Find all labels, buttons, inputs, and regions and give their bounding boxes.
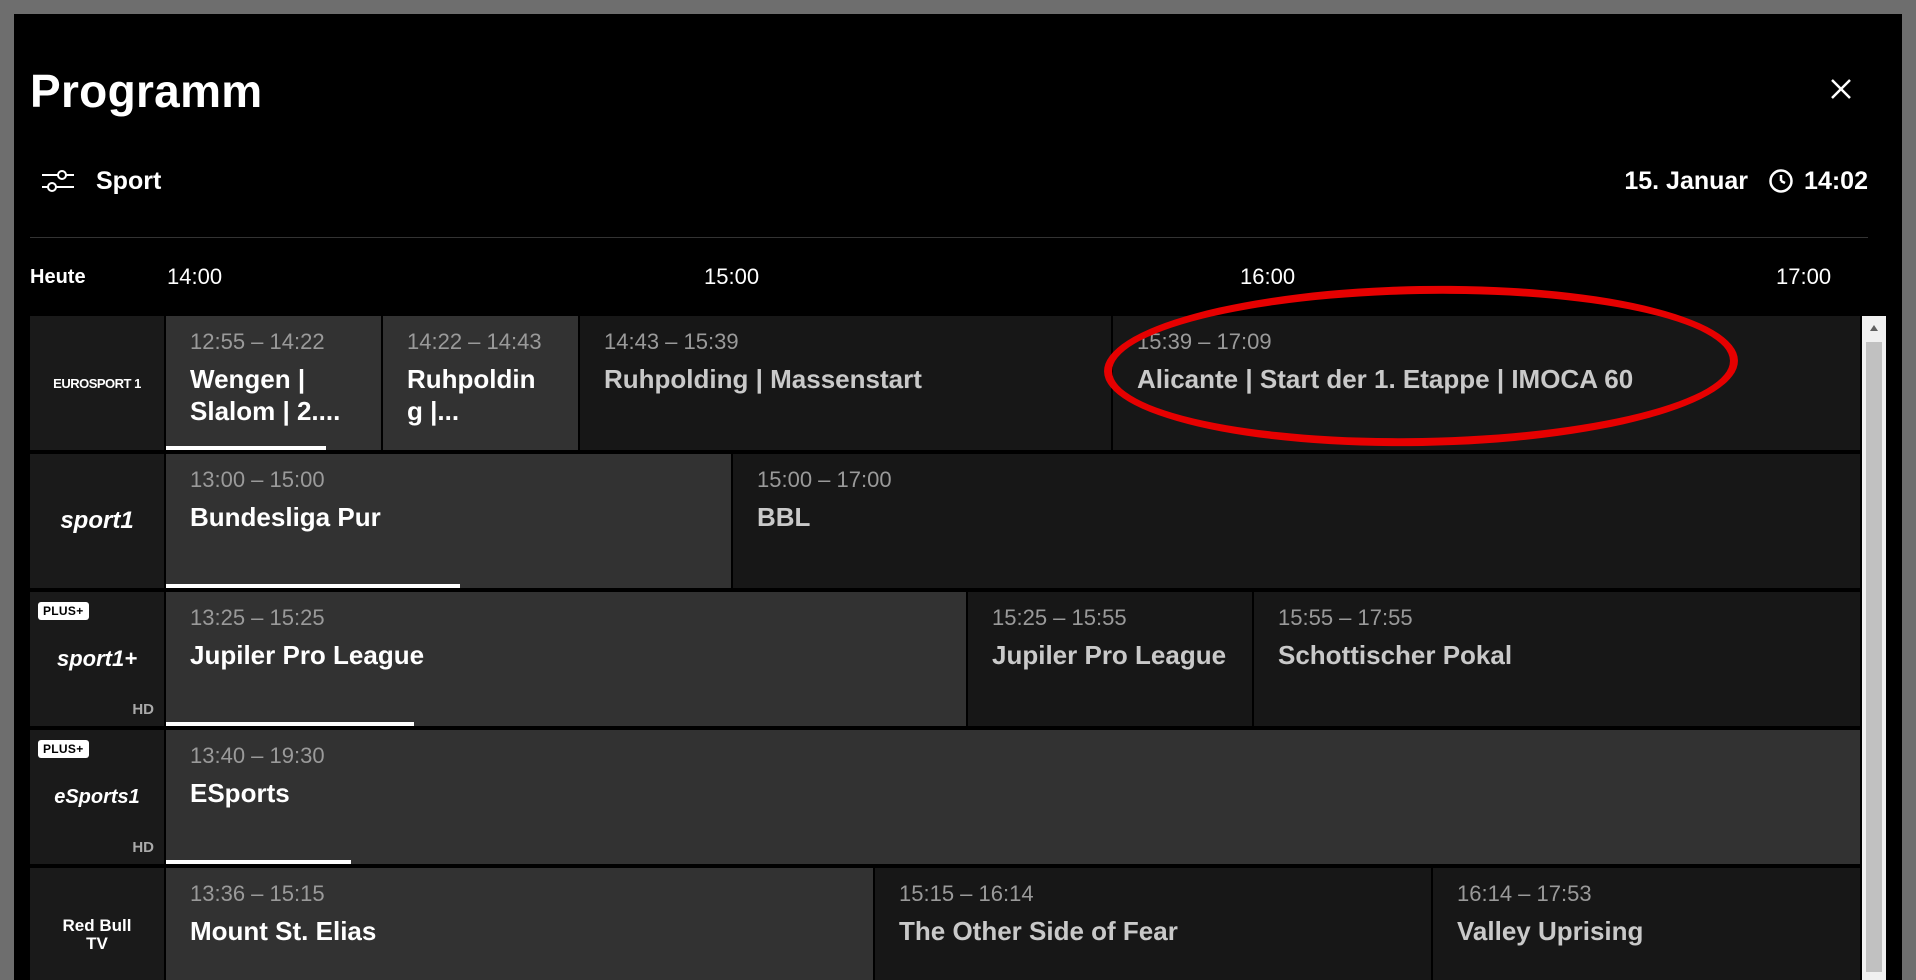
program-time: 15:39 – 17:09 — [1137, 329, 1272, 354]
channel-row-sport1plus: PLUS+ sport1+ HD 13:25 – 15:25 Jupiler P… — [30, 592, 1860, 726]
program-guide-window: Programm Sport 15. Januar 14:02 Heute 14… — [14, 14, 1902, 980]
program-title: The Other Side of Fear — [899, 916, 1178, 946]
filter-label: Sport — [96, 166, 162, 195]
program-time: 13:40 – 19:30 — [190, 743, 325, 768]
program-title: Alicante | Start der 1. Etappe | IMOCA 6… — [1137, 364, 1634, 394]
channel-logo-sport1[interactable]: sport1 — [30, 454, 164, 588]
program-cell[interactable]: 13:25 – 15:25 Jupiler Pro League — [166, 592, 966, 726]
program-title: Mount St. Elias — [190, 916, 377, 946]
program-cell[interactable]: 15:39 – 17:09 Alicante | Start der 1. Et… — [1113, 316, 1860, 450]
program-cell[interactable]: 14:22 – 14:43 Ruhpoldin g |... — [383, 316, 578, 450]
program-title: Schottischer Pokal — [1278, 640, 1513, 670]
program-title: Ruhpoldin g |... — [407, 364, 536, 426]
channel-row-eurosport1: EUROSPORT 1 12:55 – 14:22 Wengen | Slalo… — [30, 316, 1860, 450]
progress-bar — [166, 860, 351, 864]
vertical-scrollbar[interactable] — [1862, 316, 1886, 980]
progress-bar — [166, 584, 460, 588]
program-title: Wengen | Slalom | 2.... — [190, 364, 341, 426]
hd-badge: HD — [132, 701, 154, 718]
channel-logo-esports1[interactable]: PLUS+ eSports1 HD — [30, 730, 164, 864]
channel-row-redbulltv: Red Bull TV HD 13:36 – 15:15 Mount St. E… — [30, 868, 1860, 980]
program-cell[interactable]: 15:00 – 17:00 BBL — [733, 454, 1860, 588]
program-cell[interactable]: 15:55 – 17:55 Schottischer Pokal — [1254, 592, 1860, 726]
time-tick: 17:00 — [1776, 264, 1832, 289]
program-title: BBL — [757, 502, 811, 532]
date-time-display: 15. Januar 14:02 — [1624, 164, 1868, 198]
header-divider — [30, 237, 1868, 238]
page-title: Programm — [30, 65, 263, 117]
program-title: ESports — [190, 778, 290, 808]
program-time: 12:55 – 14:22 — [190, 329, 325, 354]
program-title: Ruhpolding | Massenstart — [604, 364, 922, 394]
program-title: Bundesliga Pur — [190, 502, 381, 532]
program-time: 14:22 – 14:43 — [407, 329, 542, 354]
channel-logo-redbulltv[interactable]: Red Bull TV HD — [30, 868, 164, 980]
progress-bar — [166, 446, 326, 450]
channel-logo-eurosport1[interactable]: EUROSPORT 1 — [30, 316, 164, 450]
channel-logo-text: eSports1 — [54, 785, 140, 808]
chevron-up-icon — [1870, 325, 1878, 331]
program-time: 13:36 – 15:15 — [190, 881, 325, 906]
program-cell[interactable]: 15:25 – 15:55 Jupiler Pro League — [968, 592, 1252, 726]
current-date: 15. Januar — [1624, 166, 1749, 195]
channel-logo-text: Red Bull TV — [62, 916, 132, 953]
program-time: 14:43 – 15:39 — [604, 329, 739, 354]
program-time: 15:15 – 16:14 — [899, 881, 1034, 906]
program-time: 15:00 – 17:00 — [757, 467, 892, 492]
scrollbar-thumb[interactable] — [1866, 342, 1882, 972]
program-cell[interactable]: 16:14 – 17:53 Valley Uprising — [1433, 868, 1860, 980]
program-time: 13:25 – 15:25 — [190, 605, 325, 630]
time-tick: 16:00 — [1240, 264, 1296, 289]
program-cell[interactable]: 14:43 – 15:39 Ruhpolding | Massenstart — [580, 316, 1111, 450]
clock-icon — [1768, 168, 1794, 194]
time-tick: 15:00 — [704, 264, 760, 289]
program-time: 16:14 – 17:53 — [1457, 881, 1592, 906]
sliders-icon — [42, 170, 74, 192]
program-cell[interactable]: 15:15 – 16:14 The Other Side of Fear — [875, 868, 1431, 980]
program-time: 13:00 – 15:00 — [190, 467, 325, 492]
program-title: Jupiler Pro League — [190, 640, 425, 670]
channel-row-sport1: sport1 13:00 – 15:00 Bundesliga Pur 15:0… — [30, 454, 1860, 588]
channel-logo-text: sport1 — [60, 507, 134, 534]
program-title: Jupiler Pro League — [992, 640, 1227, 670]
program-title: Valley Uprising — [1457, 916, 1644, 946]
epg-grid: EUROSPORT 1 12:55 – 14:22 Wengen | Slalo… — [30, 316, 1860, 980]
channel-logo-text: sport1+ — [56, 646, 138, 671]
current-time: 14:02 — [1804, 166, 1868, 195]
program-cell[interactable]: 13:36 – 15:15 Mount St. Elias — [166, 868, 873, 980]
program-time: 15:25 – 15:55 — [992, 605, 1127, 630]
channel-logo-sport1plus[interactable]: PLUS+ sport1+ HD — [30, 592, 164, 726]
plus-badge: PLUS+ — [38, 602, 89, 620]
program-time: 15:55 – 17:55 — [1278, 605, 1413, 630]
program-cell[interactable]: 12:55 – 14:22 Wengen | Slalom | 2.... — [166, 316, 381, 450]
channel-logo-text: EUROSPORT 1 — [53, 375, 141, 391]
scroll-up-button[interactable] — [1862, 316, 1886, 340]
plus-badge: PLUS+ — [38, 740, 89, 758]
progress-bar — [166, 722, 414, 726]
category-filter-button[interactable]: Sport — [40, 164, 161, 198]
time-tick: 14:00 — [167, 264, 223, 289]
close-icon — [1831, 79, 1851, 99]
day-label: Heute — [30, 266, 86, 288]
channel-row-esports1: PLUS+ eSports1 HD 13:40 – 19:30 ESports — [30, 730, 1860, 864]
program-cell[interactable]: 13:40 – 19:30 ESports — [166, 730, 1860, 864]
program-cell[interactable]: 13:00 – 15:00 Bundesliga Pur — [166, 454, 731, 588]
hd-badge: HD — [132, 839, 154, 856]
close-button[interactable] — [1826, 74, 1856, 104]
